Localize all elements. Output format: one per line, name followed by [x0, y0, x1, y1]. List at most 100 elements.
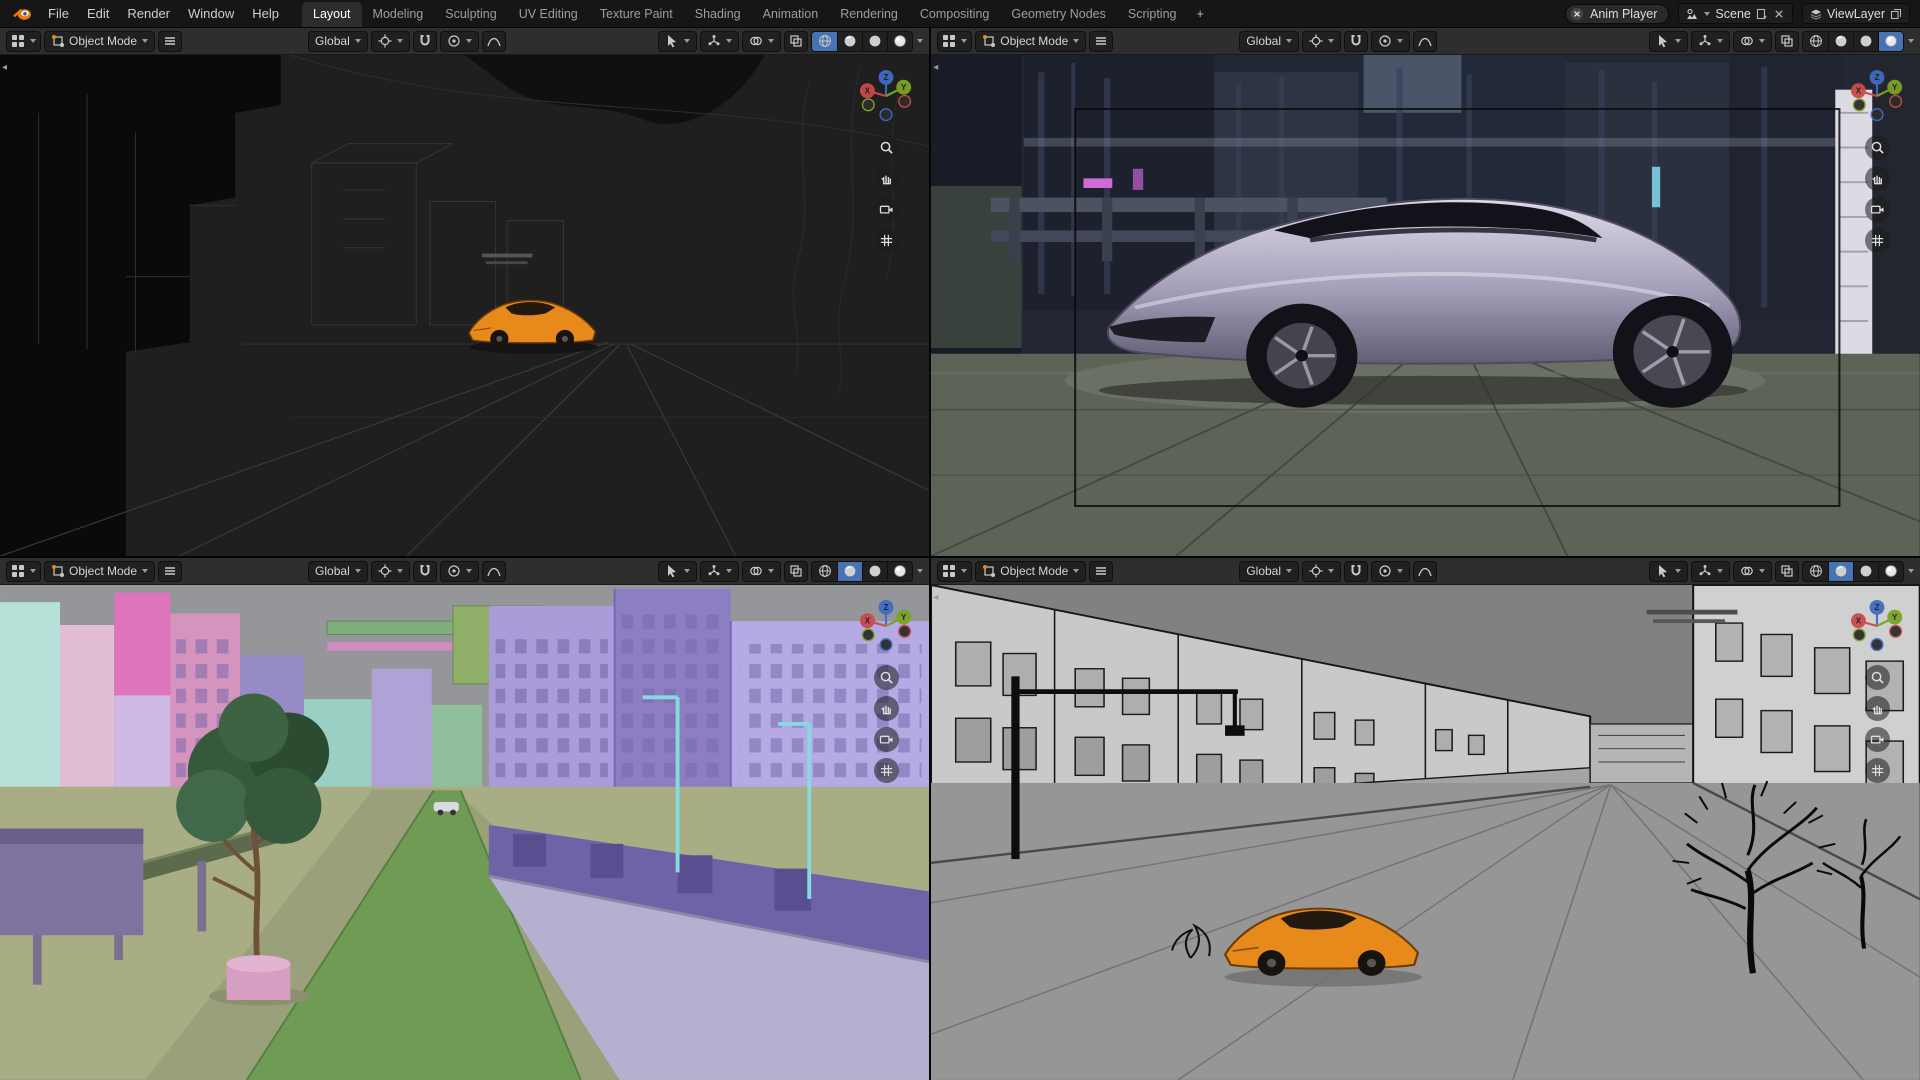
shading-material-button[interactable]	[1853, 32, 1878, 51]
viewport-canvas-rendered[interactable]: Z Y X	[931, 55, 1920, 556]
grid-orthographic-button[interactable]	[874, 758, 899, 783]
toolbar-toggle-arrow[interactable]: ◂	[2, 63, 7, 73]
proportional-editing-dropdown[interactable]	[1371, 561, 1410, 582]
shading-solid-button[interactable]	[837, 562, 862, 581]
proportional-editing-dropdown[interactable]	[440, 561, 479, 582]
toolbar-toggle-arrow[interactable]: ◂	[2, 593, 7, 603]
pan-view-button[interactable]	[874, 696, 899, 721]
transform-orientation-dropdown[interactable]: Global	[1239, 31, 1299, 52]
workspace-tab-rendering[interactable]: Rendering	[829, 2, 909, 27]
viewport-canvas-solid-color[interactable]: Z Y X	[0, 585, 929, 1080]
overlays-dropdown[interactable]	[742, 561, 781, 582]
snap-target-dropdown[interactable]	[371, 31, 410, 52]
editor-type-button[interactable]	[937, 561, 972, 582]
workspace-tab-modeling[interactable]: Modeling	[362, 2, 435, 27]
unlink-scene-icon[interactable]	[1773, 8, 1785, 20]
pan-view-button[interactable]	[1865, 166, 1890, 191]
shading-rendered-button[interactable]	[1878, 32, 1903, 51]
viewport-canvas-wireframe[interactable]: Z Y X	[0, 55, 929, 556]
xray-toggle-button[interactable]	[784, 561, 808, 582]
snap-toggle-button[interactable]	[413, 561, 437, 582]
menu-window[interactable]: Window	[179, 0, 243, 28]
zoom-button[interactable]	[1865, 135, 1890, 160]
toolbar-toggle-arrow[interactable]: ◂	[933, 63, 938, 73]
view-axis-gizmo[interactable]: Z Y X	[855, 595, 917, 657]
overlays-dropdown[interactable]	[742, 31, 781, 52]
shading-rendered-button[interactable]	[887, 562, 912, 581]
pan-view-button[interactable]	[874, 166, 899, 191]
shading-options-chevron[interactable]	[1908, 569, 1914, 573]
falloff-button[interactable]	[482, 31, 506, 52]
new-scene-icon[interactable]	[1756, 8, 1768, 20]
shading-material-button[interactable]	[862, 32, 887, 51]
workspace-tab-animation[interactable]: Animation	[752, 2, 830, 27]
editor-type-button[interactable]	[6, 31, 41, 52]
shading-solid-button[interactable]	[1828, 32, 1853, 51]
shading-wireframe-button[interactable]	[812, 32, 837, 51]
snap-toggle-button[interactable]	[1344, 31, 1368, 52]
camera-view-button[interactable]	[1865, 197, 1890, 222]
shading-solid-button[interactable]	[1828, 562, 1853, 581]
shading-options-chevron[interactable]	[917, 39, 923, 43]
falloff-button[interactable]	[482, 561, 506, 582]
overlays-dropdown[interactable]	[1733, 561, 1772, 582]
blender-menu-button[interactable]	[6, 6, 39, 22]
mode-dropdown[interactable]: Object Mode	[44, 561, 155, 582]
shading-wireframe-button[interactable]	[1803, 562, 1828, 581]
xray-toggle-button[interactable]	[1775, 561, 1799, 582]
pan-view-button[interactable]	[1865, 696, 1890, 721]
snap-toggle-button[interactable]	[1344, 561, 1368, 582]
snap-target-dropdown[interactable]	[1302, 561, 1341, 582]
zoom-button[interactable]	[874, 665, 899, 690]
view-axis-gizmo[interactable]: Z Y X	[1846, 65, 1908, 127]
viewport-menus-button[interactable]	[158, 561, 182, 582]
grid-orthographic-button[interactable]	[1865, 758, 1890, 783]
viewport-canvas-solid-mono[interactable]: Z Y X	[931, 585, 1920, 1080]
shading-wireframe-button[interactable]	[812, 562, 837, 581]
shading-material-button[interactable]	[1853, 562, 1878, 581]
transform-orientation-dropdown[interactable]: Global	[308, 31, 368, 52]
workspace-tab-texture-paint[interactable]: Texture Paint	[589, 2, 684, 27]
editor-type-button[interactable]	[937, 31, 972, 52]
grid-orthographic-button[interactable]	[1865, 228, 1890, 253]
menu-help[interactable]: Help	[243, 0, 288, 28]
close-circle-icon[interactable]	[1570, 7, 1584, 21]
scene-selector[interactable]: Scene	[1678, 3, 1792, 24]
shading-material-button[interactable]	[862, 562, 887, 581]
proportional-editing-dropdown[interactable]	[1371, 31, 1410, 52]
workspace-tab-geometry-nodes[interactable]: Geometry Nodes	[1000, 2, 1116, 27]
overlays-dropdown[interactable]	[1733, 31, 1772, 52]
mode-dropdown[interactable]: Object Mode	[975, 561, 1086, 582]
shading-rendered-button[interactable]	[1878, 562, 1903, 581]
snap-toggle-button[interactable]	[413, 31, 437, 52]
viewport-menus-button[interactable]	[1089, 561, 1113, 582]
anim-player-indicator[interactable]: Anim Player	[1565, 4, 1669, 24]
add-workspace-button[interactable]: +	[1188, 2, 1213, 27]
camera-view-button[interactable]	[874, 197, 899, 222]
transform-orientation-dropdown[interactable]: Global	[308, 561, 368, 582]
object-visibility-dropdown[interactable]	[658, 31, 697, 52]
mode-dropdown[interactable]: Object Mode	[44, 31, 155, 52]
xray-toggle-button[interactable]	[784, 31, 808, 52]
snap-target-dropdown[interactable]	[371, 561, 410, 582]
shading-solid-button[interactable]	[837, 32, 862, 51]
workspace-tab-layout[interactable]: Layout	[302, 2, 362, 27]
gizmos-dropdown[interactable]	[1691, 561, 1730, 582]
mode-dropdown[interactable]: Object Mode	[975, 31, 1086, 52]
menu-render[interactable]: Render	[118, 0, 179, 28]
view-layer-selector[interactable]: ViewLayer	[1802, 3, 1910, 24]
workspace-tab-uv-editing[interactable]: UV Editing	[508, 2, 589, 27]
workspace-tab-sculpting[interactable]: Sculpting	[434, 2, 507, 27]
shading-wireframe-button[interactable]	[1803, 32, 1828, 51]
gizmos-dropdown[interactable]	[700, 31, 739, 52]
xray-toggle-button[interactable]	[1775, 31, 1799, 52]
object-visibility-dropdown[interactable]	[658, 561, 697, 582]
menu-file[interactable]: File	[39, 0, 78, 28]
transform-orientation-dropdown[interactable]: Global	[1239, 561, 1299, 582]
gizmos-dropdown[interactable]	[700, 561, 739, 582]
editor-type-button[interactable]	[6, 561, 41, 582]
viewport-menus-button[interactable]	[1089, 31, 1113, 52]
copy-layer-icon[interactable]	[1890, 8, 1902, 20]
view-axis-gizmo[interactable]: Z Y X	[855, 65, 917, 127]
toolbar-toggle-arrow[interactable]: ◂	[933, 593, 938, 603]
